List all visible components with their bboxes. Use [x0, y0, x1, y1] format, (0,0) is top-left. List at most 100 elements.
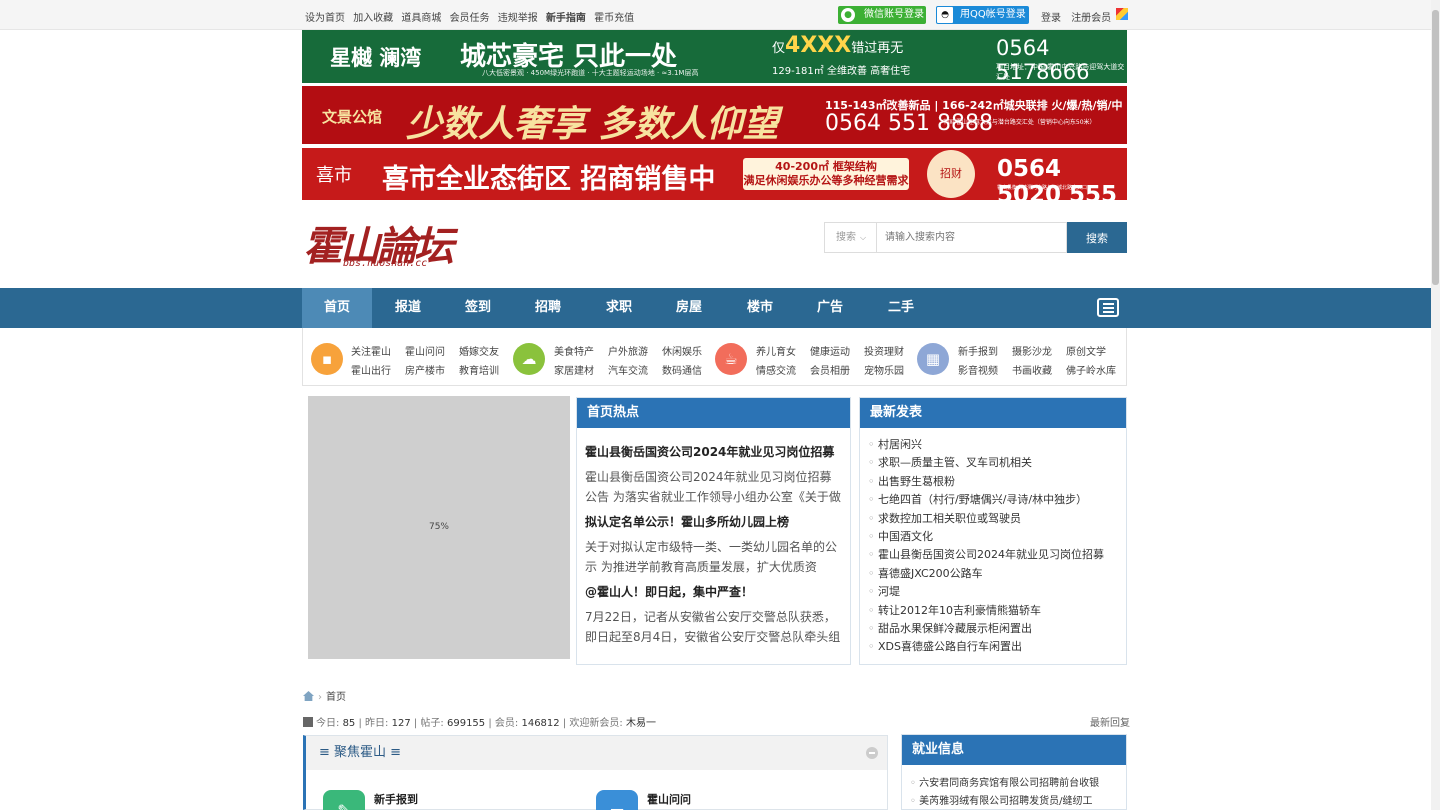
category-link[interactable]: 房产楼市: [405, 362, 445, 377]
nav-secondhand[interactable]: 二手: [866, 288, 936, 328]
list-item[interactable]: 中国酒文化: [868, 528, 1104, 546]
list-item[interactable]: 甜品水果保鲜冷藏展示柜闲置出: [868, 620, 1104, 638]
search-input[interactable]: [876, 222, 1067, 253]
list-item[interactable]: 喜德盛JXC200公路车: [868, 565, 1104, 583]
banner-ad-xishi[interactable]: 喜市 喜市全业态街区 招商销售中 40-200㎡ 框架结构 满足休闲娱乐办公等多种…: [302, 148, 1127, 200]
ad-phone: 0564 5020 555: [997, 156, 1118, 200]
banner-ad-xingyue[interactable]: 星樾 澜湾 城芯豪宅 只此一处 八大低密景观 · 450M绿光环跑道 · 十大主…: [302, 30, 1127, 83]
list-item[interactable]: 转让2012年10吉利豪情熊猫轿车: [868, 602, 1104, 620]
list-item[interactable]: 求职—质量主管、叉车司机相关: [868, 454, 1104, 472]
book-icon[interactable]: ✎: [323, 790, 365, 810]
panel-title: 最新发表: [860, 398, 1126, 428]
category-link[interactable]: 新手报到: [958, 343, 998, 358]
category-link[interactable]: 原创文学: [1066, 343, 1106, 358]
search-bar: 搜索⌵ 搜索: [824, 222, 1127, 253]
list-item[interactable]: 村居闲兴: [868, 436, 1104, 454]
category-link[interactable]: 书画收藏: [1012, 362, 1052, 377]
category-link[interactable]: 摄影沙龙: [1012, 343, 1052, 358]
list-item[interactable]: 美芮雅羽绒有限公司招聘发货员/缝纫工: [910, 793, 1099, 810]
category-link[interactable]: 情感交流: [756, 362, 796, 377]
latest-reply-link[interactable]: 最新回复: [1090, 714, 1130, 729]
category-link[interactable]: 佛子岭水库: [1066, 362, 1116, 377]
member-tasks-link[interactable]: 会员任务: [450, 13, 490, 24]
coin-recharge-link[interactable]: 霍币充值: [594, 13, 634, 24]
hot-article[interactable]: 拟认定名单公示！霍山多所幼儿园上榜 关于对拟认定市级特一类、一类幼儿园名单的公示…: [585, 513, 843, 577]
scrollbar-thumb[interactable]: [1432, 10, 1439, 285]
nav-checkin-report[interactable]: 报道: [373, 288, 443, 328]
list-item[interactable]: 出售野生葛根粉: [868, 473, 1104, 491]
nav-signin[interactable]: 签到: [443, 288, 513, 328]
category-link[interactable]: 户外旅游: [608, 343, 648, 358]
hot-article[interactable]: @霍山人！即日起，集中严查！ 7月22日，记者从安徽省公安厅交警总队获悉，即日起…: [585, 583, 843, 647]
category-link[interactable]: 霍山问问: [405, 343, 445, 358]
nav-housing[interactable]: 房屋: [654, 288, 724, 328]
nav-ads[interactable]: 广告: [795, 288, 865, 328]
panel-title: 首页热点: [577, 398, 850, 428]
weather-icon: ☁: [513, 343, 545, 375]
jobs-list: 六安君同商务宾馆有限公司招聘前台收银 美芮雅羽绒有限公司招聘发货员/缝纫工: [910, 775, 1099, 810]
article-title[interactable]: @霍山人！即日起，集中严查！: [585, 583, 843, 600]
category-link[interactable]: 健康运动: [810, 343, 850, 358]
category-link[interactable]: 宠物乐园: [864, 362, 904, 377]
chat-icon: ▪: [311, 343, 343, 375]
list-item[interactable]: 求数控加工相关职位或驾驶员: [868, 510, 1104, 528]
nav-recruit[interactable]: 招聘: [513, 288, 583, 328]
wechat-login-button[interactable]: ● 微信账号登录: [838, 6, 926, 24]
article-title[interactable]: 霍山县衡岳国资公司2024年就业见习岗位招募: [585, 443, 843, 460]
report-link[interactable]: 违规举报: [498, 13, 538, 24]
ad-price: 仅4XXX错过再无: [772, 33, 904, 58]
category-link[interactable]: 婚嫁交友: [459, 343, 499, 358]
nav-jobseek[interactable]: 求职: [584, 288, 654, 328]
article-title[interactable]: 拟认定名单公示！霍山多所幼儿园上榜: [585, 513, 843, 530]
category-link[interactable]: 汽车交流: [608, 362, 648, 377]
list-item[interactable]: 七绝四首（村行/野塘偶兴/寻诗/林中独步）: [868, 491, 1104, 509]
category-link[interactable]: 美食特产: [554, 343, 594, 358]
breadcrumb: › 首页: [303, 688, 346, 703]
image-slider[interactable]: 75%: [308, 396, 570, 659]
qq-login-button[interactable]: ◓ 用QQ帐号登录: [936, 6, 1029, 24]
main-nav: 首页 报道 签到 招聘 求职 房屋 楼市 广告 二手: [0, 288, 1431, 328]
lucky-cat-icon: 招财: [927, 150, 975, 198]
banner-ad-wenjing[interactable]: 文景公馆 少数人奢享 多数人仰望 115-143㎡改善新品 | 166-242㎡…: [302, 86, 1127, 144]
site-logo[interactable]: 霍山論坛 bbs.huoshan.cc: [303, 214, 454, 274]
category-link[interactable]: 影音视频: [958, 362, 998, 377]
list-item[interactable]: 六安君同商务宾馆有限公司招聘前台收银: [910, 775, 1099, 793]
newbie-guide-link[interactable]: 新手指南: [546, 13, 586, 24]
category-link[interactable]: 关注霍山: [351, 343, 391, 358]
ad-address: 中国·霍山迎驾大道与潜台路交汇处（营销中心向东50米）: [942, 119, 1096, 126]
category-link[interactable]: 数码通信: [662, 362, 702, 377]
list-item[interactable]: 河堤: [868, 583, 1104, 601]
nav-home[interactable]: 首页: [302, 288, 372, 328]
forum-name[interactable]: 新手报到: [374, 791, 418, 807]
login-link[interactable]: 登录: [1041, 13, 1061, 24]
register-link[interactable]: 注册会员: [1071, 13, 1111, 24]
home-icon[interactable]: [303, 691, 314, 701]
scrollbar[interactable]: [1431, 0, 1440, 810]
category-link[interactable]: 投资理财: [864, 343, 904, 358]
add-favorite-link[interactable]: 加入收藏: [353, 13, 393, 24]
category-link[interactable]: 休闲娱乐: [662, 343, 702, 358]
search-scope-select[interactable]: 搜索 ⌵: [824, 222, 877, 253]
nav-property[interactable]: 楼市: [725, 288, 795, 328]
search-button[interactable]: 搜索: [1067, 222, 1127, 253]
chevron-right-icon: ›: [318, 692, 322, 703]
item-shop-link[interactable]: 道具商城: [401, 13, 441, 24]
collapse-icon[interactable]: [866, 747, 878, 759]
list-item[interactable]: XDS喜德盛公路自行车闲置出: [868, 638, 1104, 656]
set-homepage-link[interactable]: 设为首页: [305, 13, 345, 24]
category-link[interactable]: 养儿育女: [756, 343, 796, 358]
latest-posts-list: 村居闲兴 求职—质量主管、叉车司机相关 出售野生葛根粉 七绝四首（村行/野塘偶兴…: [868, 436, 1104, 657]
focus-section: ≡ 聚焦霍山 ≡ ✎ 新手报到 ▬ 霍山问问: [303, 735, 888, 810]
breadcrumb-home[interactable]: 首页: [326, 692, 346, 703]
hot-article[interactable]: 霍山县衡岳国资公司2024年就业见习岗位招募 霍山县衡岳国资公司2024年就业见…: [585, 443, 843, 507]
category-link[interactable]: 家居建材: [554, 362, 594, 377]
forum-name[interactable]: 霍山问问: [647, 791, 691, 807]
newest-member-link[interactable]: 木易一: [626, 718, 656, 729]
menu-icon[interactable]: [1097, 298, 1119, 317]
category-link[interactable]: 教育培训: [459, 362, 499, 377]
chat-icon[interactable]: ▬: [596, 790, 638, 810]
category-link[interactable]: 霍山出行: [351, 362, 391, 377]
category-link[interactable]: 会员相册: [810, 362, 850, 377]
list-item[interactable]: 霍山县衡岳国资公司2024年就业见习岗位招募: [868, 546, 1104, 564]
style-switch-icon[interactable]: [1116, 8, 1128, 20]
